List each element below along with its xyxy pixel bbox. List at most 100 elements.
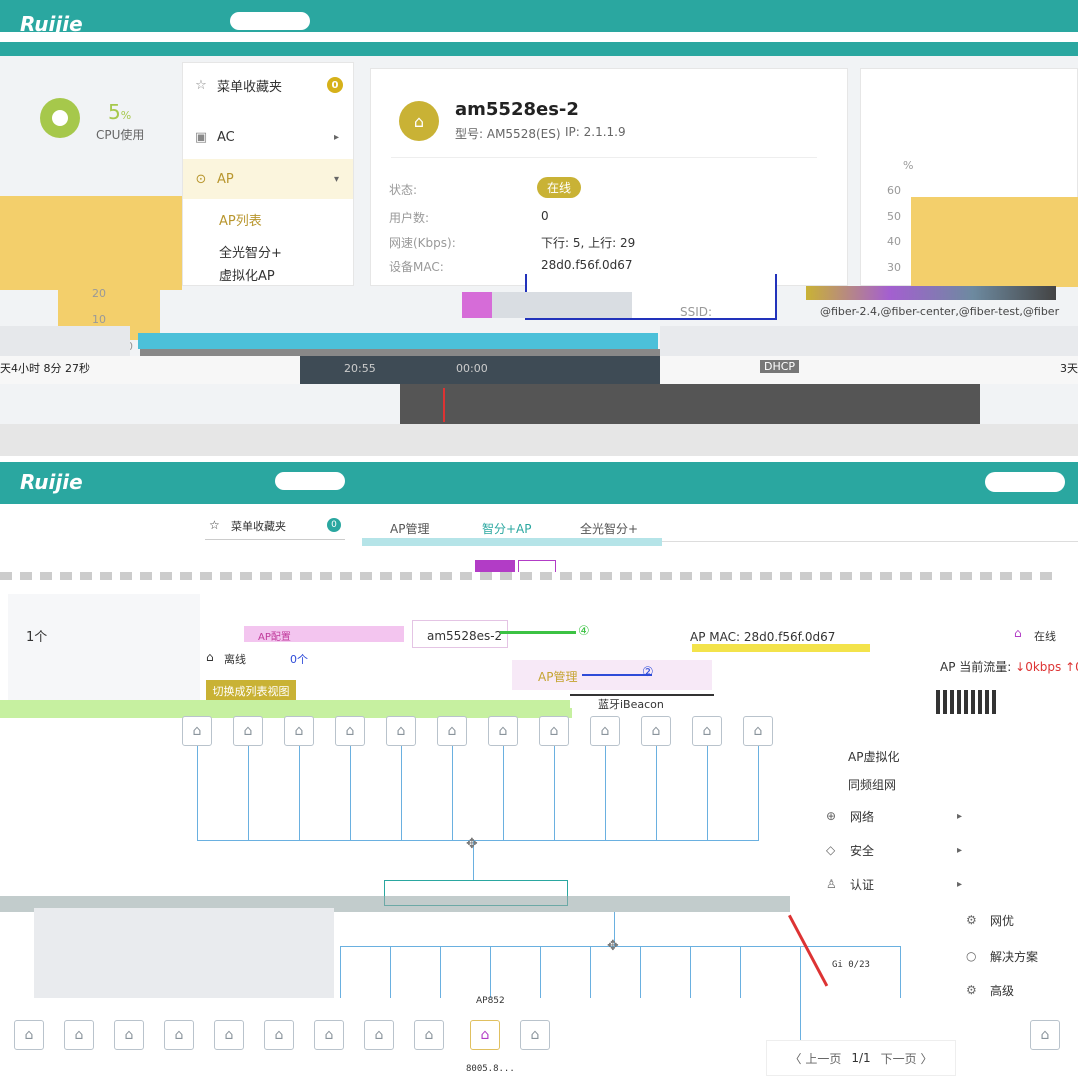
menu-ac[interactable]: ▣ AC ▸: [183, 117, 353, 157]
offline-label: 离线: [224, 653, 246, 666]
ap-node-icon[interactable]: ⌂: [743, 716, 773, 746]
menu-virtual-ap[interactable]: 虚拟化AP: [183, 263, 353, 285]
menu-auth[interactable]: ♙ 认证 ▸: [826, 868, 976, 900]
device-tag[interactable]: am5528es-2: [412, 620, 508, 648]
pager-next-button[interactable]: 下一页 〉: [881, 1050, 933, 1067]
ap-node-icon[interactable]: ⌂: [539, 716, 569, 746]
ap-node-icon[interactable]: ⌂: [520, 1020, 550, 1050]
ap-node-icon[interactable]: ⌂: [364, 1020, 394, 1050]
menu-favorites[interactable]: ☆ 菜单收藏夹 0: [183, 65, 353, 105]
menu-security[interactable]: ◇ 安全 ▸: [826, 834, 976, 866]
users-value: 0: [541, 209, 549, 223]
cpu-label: CPU使用: [96, 128, 145, 142]
star-folder-icon: ☆: [195, 77, 207, 93]
pager-prev-button[interactable]: 〈 上一页: [790, 1050, 842, 1067]
online-icon: ⌂: [1014, 626, 1022, 640]
bottom-menu-favorites[interactable]: ☆ 菜单收藏夹 0: [205, 512, 345, 540]
link-line-2: [740, 946, 741, 998]
top-header-bar: Ruijie: [0, 0, 1078, 56]
ap-node-icon[interactable]: ⌂: [284, 716, 314, 746]
menu-ap-label: AP: [217, 171, 234, 187]
time-2: 00:00: [456, 362, 488, 375]
ap-mac: AP MAC: 28d0.f56f.0d67: [690, 630, 836, 644]
mac-value: 28d0.f56f.0d67: [541, 258, 633, 272]
tab-full-light[interactable]: 全光智分+: [580, 520, 638, 537]
ap-node-icon[interactable]: ⌂: [314, 1020, 344, 1050]
flow-value: ↓0kbps ↑0kbp: [1015, 660, 1078, 674]
chevron-right-icon: ▸: [956, 844, 962, 856]
device-model: 型号: AM5528(ES): [455, 127, 561, 141]
switch-view-button[interactable]: 切换成列表视图: [206, 680, 296, 702]
tick-10: 10: [92, 313, 106, 326]
ssid-label: SSID:: [680, 305, 713, 319]
link-line-2: [590, 946, 591, 998]
move-icon[interactable]: ✥: [466, 836, 478, 852]
flow-row: AP 当前流量: ↓0kbps ↑0kbp: [940, 658, 1078, 675]
menu-optimize[interactable]: ⚙ 网优: [966, 904, 1078, 936]
link-line: [248, 746, 249, 840]
shield-icon: ◇: [826, 843, 836, 857]
tick-20: 20: [92, 287, 106, 300]
bus-line: [197, 840, 759, 841]
menu-network[interactable]: ⊕ 网络 ▸: [826, 800, 976, 832]
glitch-strip: [806, 286, 1056, 300]
left-stats-panel: [8, 594, 200, 700]
ap-node-icon[interactable]: ⌂: [692, 716, 722, 746]
header-pill-right[interactable]: [985, 472, 1065, 492]
header-pill[interactable]: [230, 12, 310, 30]
tab-ap-manage[interactable]: AP管理: [390, 520, 429, 537]
ap-node-icon[interactable]: ⌂: [414, 1020, 444, 1050]
ap-node-icon[interactable]: ⌂: [437, 716, 467, 746]
ap-config-label: AP配置: [258, 632, 291, 643]
grey-block: [0, 326, 130, 356]
menu-security-label: 安全: [850, 843, 875, 858]
ap-node-icon[interactable]: ⌂: [264, 1020, 294, 1050]
ap-node-icon[interactable]: ⌂: [14, 1020, 44, 1050]
left-chart-area: [0, 196, 182, 290]
ap-node-icon[interactable]: ⌂: [214, 1020, 244, 1050]
ap-node-icon[interactable]: ⌂: [386, 716, 416, 746]
bluetooth-row[interactable]: 蓝牙iBeacon: [570, 694, 714, 711]
menu-solutions[interactable]: ○ 解决方案: [966, 940, 1078, 972]
pager: 〈 上一页 1/1 下一页 〉: [766, 1040, 956, 1076]
flow-label: AP 当前流量:: [940, 660, 1012, 674]
ap-node-icon[interactable]: ⌂: [488, 716, 518, 746]
chevron-down-icon: ▾: [333, 173, 339, 185]
yellow-bar: [692, 644, 870, 652]
header-pill-2[interactable]: [275, 472, 345, 490]
ap-node-icon[interactable]: ⌂: [590, 716, 620, 746]
cpu-value: 5%: [108, 100, 132, 124]
ap-node-icon[interactable]: ⌂: [182, 716, 212, 746]
right-chart-panel: % 60 50 40 30: [860, 68, 1078, 287]
menu-same-freq[interactable]: 同频组网: [848, 768, 998, 800]
move-icon-2[interactable]: ✥: [607, 938, 619, 954]
ac-device-icon: ▣: [194, 129, 208, 145]
link-line-2: [440, 946, 441, 998]
bottom-header-bar: Ruijie: [0, 462, 1078, 504]
annotation-4: ④: [578, 624, 590, 639]
menu-network-label: 网络: [850, 809, 875, 824]
ap-model-label: AP852: [476, 996, 505, 1006]
link-line: [197, 746, 198, 840]
ap-node-icon[interactable]: ⌂: [233, 716, 263, 746]
link-line: [656, 746, 657, 840]
favorites-label-2: 菜单收藏夹: [231, 520, 286, 533]
user-icon: ♙: [826, 877, 837, 891]
ap-manage-item[interactable]: AP管理: [538, 668, 577, 685]
ap-manage-popup: AP管理 ②: [512, 660, 712, 690]
ap-node-icon[interactable]: ⌂: [114, 1020, 144, 1050]
ap-node-icon[interactable]: ⌂: [335, 716, 365, 746]
device-tag-label: am5528es-2: [427, 629, 503, 643]
device-card: ⌂ am5528es-2 型号: AM5528(ES) IP: 2.1.1.9 …: [370, 68, 848, 286]
info-row: 天4小时 8分 27秒 20:55 00:00 DHCP 3天: [0, 356, 1078, 384]
menu-advanced[interactable]: ⚙ 高级: [966, 974, 1078, 1006]
menu-ap[interactable]: ⊙ AP ▾: [183, 159, 353, 199]
ap-node-icon[interactable]: ⌂: [64, 1020, 94, 1050]
tick-60: 60: [887, 184, 901, 197]
ap-node-icon[interactable]: ⌂: [641, 716, 671, 746]
menu-advanced-label: 高级: [990, 983, 1015, 998]
ap-node-selected-icon[interactable]: ⌂: [470, 1020, 500, 1050]
ap-node-icon[interactable]: ⌂: [164, 1020, 194, 1050]
menu-auth-label: 认证: [850, 877, 875, 892]
ap-node-icon[interactable]: ⌂: [1030, 1020, 1060, 1050]
